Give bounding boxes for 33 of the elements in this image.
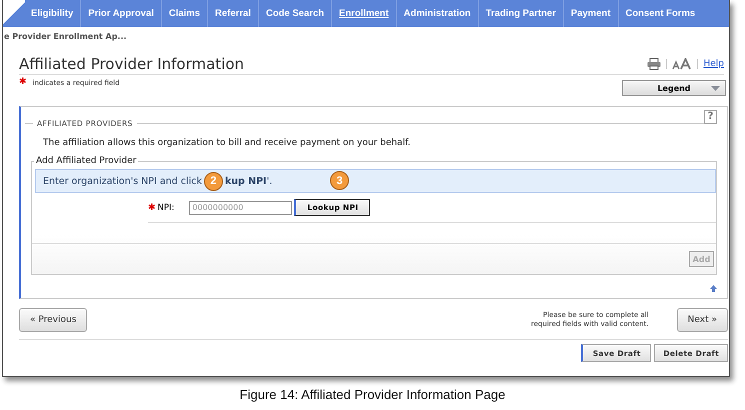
subsection-title: Add Affiliated Provider: [35, 156, 138, 166]
up-arrow-icon[interactable]: [710, 285, 717, 292]
nav-tab[interactable]: Prior Approval: [81, 0, 162, 27]
nav-bar-corner: [3, 0, 25, 27]
next-button[interactable]: Next »: [676, 308, 728, 332]
required-icon: ✱: [148, 202, 156, 212]
callout-marker: 3: [330, 171, 349, 190]
npi-label: NPI:: [158, 202, 174, 212]
print-icon[interactable]: [647, 58, 662, 70]
nav-tab[interactable]: Trading Partner: [478, 0, 564, 27]
page-title: Affiliated Provider Information: [19, 55, 244, 73]
nav-tab[interactable]: Payment: [564, 0, 619, 27]
font-size-icon[interactable]: [672, 58, 692, 70]
nav-tab[interactable]: Claims: [162, 0, 208, 27]
nav-tab[interactable]: Code Search: [258, 0, 332, 27]
caret-icon: [711, 86, 720, 91]
nav-tab[interactable]: Consent Forms: [618, 0, 729, 27]
figure-caption: Figure 14: Affiliated Provider Information Page: [238, 387, 506, 402]
help-link[interactable]: Help: [703, 59, 724, 69]
instruction-text: Enter organization's NPI and click: [43, 176, 202, 186]
callout-marker: 2: [204, 172, 223, 190]
npi-field[interactable]: 0000000000: [189, 200, 292, 214]
required-icon: ✱: [19, 77, 27, 87]
legend-dropdown[interactable]: Legend: [622, 80, 726, 96]
previous-button[interactable]: « Previous: [19, 308, 88, 332]
nav-tab[interactable]: Enrollment: [332, 0, 397, 27]
section-description: The affiliation allows this organization to bill and receive payment on your behalf.: [43, 138, 412, 148]
nav-tab[interactable]: Administration: [396, 0, 479, 27]
help-icon[interactable]: ?: [704, 110, 717, 124]
instruction-text: kup NPI'.: [224, 176, 272, 186]
breadcrumb: e Provider Enrollment Ap...: [4, 32, 128, 41]
nav-tab[interactable]: Eligibility: [25, 0, 82, 27]
nav-tab[interactable]: Referral: [208, 0, 259, 27]
